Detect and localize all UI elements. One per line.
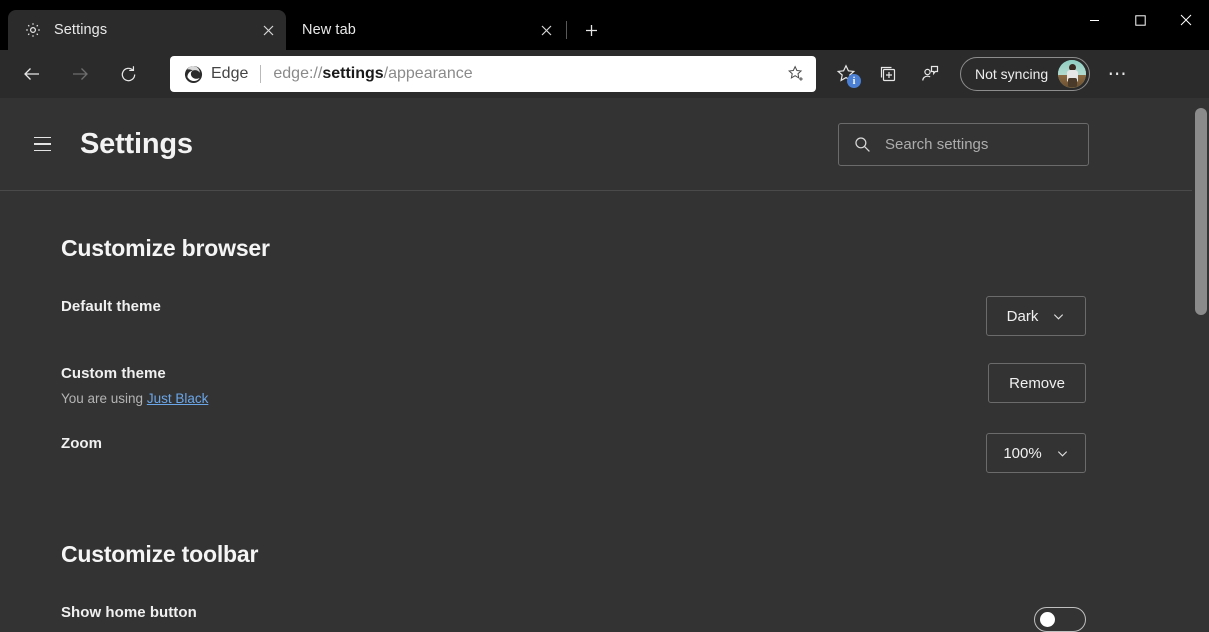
setting-label: Custom theme (61, 365, 166, 382)
remove-button-label: Remove (1009, 374, 1065, 392)
chevron-down-icon (1056, 447, 1069, 460)
setting-label: Default theme (61, 298, 161, 315)
row-zoom: Zoom 100% (61, 433, 1209, 473)
tab-new-tab[interactable]: New tab (286, 10, 564, 50)
row-label-box: Custom theme You are using Just Black (61, 363, 208, 406)
url-path: /appearance (383, 65, 473, 82)
setting-label: Zoom (61, 435, 103, 452)
browser-essentials-icon[interactable] (912, 56, 948, 92)
tab-title: Settings (54, 22, 108, 38)
address-bar[interactable]: Edge edge://settings/appearance (170, 56, 816, 92)
setting-label: Show home button (61, 604, 197, 621)
default-theme-value: Dark (1006, 307, 1039, 325)
search-input[interactable] (885, 135, 1084, 153)
window-controls (1071, 0, 1209, 50)
tab-title: New tab (302, 22, 356, 38)
row-default-theme: Default theme Dark (61, 296, 1209, 336)
row-label-box: Default theme (61, 296, 161, 315)
custom-theme-link[interactable]: Just Black (147, 391, 209, 406)
new-tab-button[interactable] (575, 14, 607, 46)
profile-button[interactable]: Not syncing (960, 57, 1091, 91)
toolbar-actions: i Not syncing ⋯ (828, 56, 1136, 92)
avatar (1058, 60, 1087, 88)
browser-toolbar: Edge edge://settings/appearance i Not sy… (0, 50, 1209, 98)
tab-settings[interactable]: Settings (8, 10, 286, 50)
toggle-knob (1040, 612, 1055, 627)
page-title: Settings (80, 127, 193, 160)
maximize-icon[interactable] (1117, 0, 1163, 40)
tab-strip: Settings New tab (0, 0, 1071, 50)
profile-label: Not syncing (975, 66, 1049, 82)
close-icon[interactable] (1163, 0, 1209, 40)
chevron-down-icon (1052, 310, 1065, 323)
search-settings-box[interactable] (838, 122, 1089, 166)
edge-logo-icon (182, 63, 204, 85)
row-label-box: Zoom (61, 433, 102, 452)
url-host: settings (322, 65, 384, 82)
collections-icon[interactable] (870, 56, 906, 92)
zoom-value: 100% (1003, 444, 1042, 462)
omnibox-brand: Edge (211, 65, 249, 82)
minimize-icon[interactable] (1071, 0, 1117, 40)
settings-page: Settings Customize browser Default theme… (0, 98, 1209, 632)
url-prefix: edge:// (273, 65, 323, 82)
tab-divider (566, 21, 567, 39)
settings-content: Customize browser Default theme Dark Cus… (0, 191, 1209, 632)
page-scrollbar[interactable] (1192, 98, 1209, 632)
refresh-icon[interactable] (110, 56, 146, 92)
show-home-button-toggle[interactable] (1034, 607, 1086, 632)
settings-and-more-icon[interactable]: ⋯ (1100, 56, 1136, 92)
close-icon[interactable] (254, 16, 282, 44)
settings-header: Settings (0, 98, 1209, 191)
row-custom-theme: Custom theme You are using Just Black Re… (61, 363, 1209, 406)
add-favorite-icon[interactable] (780, 59, 812, 89)
hamburger-menu-icon[interactable] (22, 124, 62, 164)
omnibox-separator (260, 65, 262, 83)
close-icon[interactable] (532, 16, 560, 44)
search-icon (851, 136, 873, 153)
custom-theme-prefix: You are using (61, 391, 147, 406)
back-icon[interactable] (14, 56, 50, 92)
section-heading-customize-toolbar: Customize toolbar (61, 541, 259, 567)
setting-description: You are using Just Black (61, 391, 208, 406)
forward-icon[interactable] (62, 56, 98, 92)
row-show-home-button: Show home button Not shown (61, 602, 1209, 632)
omnibox-url: edge://settings/appearance (273, 65, 780, 83)
favorites-badge: i (847, 74, 861, 88)
favorites-icon[interactable]: i (828, 56, 864, 92)
zoom-select[interactable]: 100% (986, 433, 1086, 473)
scrollbar-thumb[interactable] (1195, 108, 1207, 315)
gear-icon (24, 21, 42, 39)
section-heading-customize-browser: Customize browser (61, 235, 270, 261)
default-theme-select[interactable]: Dark (986, 296, 1086, 336)
remove-theme-button[interactable]: Remove (988, 363, 1086, 403)
row-label-box: Show home button Not shown (61, 602, 197, 632)
titlebar: Settings New tab (0, 0, 1209, 50)
